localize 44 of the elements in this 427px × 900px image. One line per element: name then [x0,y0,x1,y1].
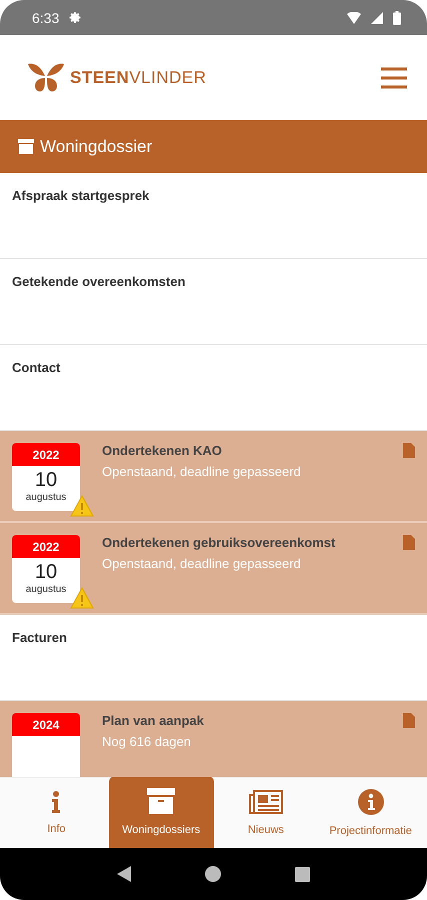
battery-icon [393,10,401,24]
document-icon [403,535,415,550]
back-icon [117,866,131,882]
settings-icon [69,11,82,24]
status-time: 6:33 [32,10,60,26]
butterfly-logo-icon [28,62,64,92]
calendar-year: 2024 [12,713,80,736]
nav-tab[interactable]: Woningdossiers [108,776,214,848]
task-title: Ondertekenen gebruiksovereenkomst [102,535,336,550]
task-card[interactable]: 2022 10 augustus Ondertekenen KAO Openstaand, deadline gepasseerd [0,431,427,523]
archive-box-icon [147,788,176,814]
recents-icon [295,866,310,882]
calendar-year: 2022 [12,535,80,558]
task-title: Plan van aanpak [102,713,205,728]
info-icon [51,791,62,813]
info-circle-icon [358,789,384,815]
task-status: Openstaand, deadline gepasseerd [102,464,302,479]
section-heading[interactable]: Afspraak startgesprek [12,188,150,203]
nav-tab[interactable]: Nieuws [214,778,318,848]
archive-box-icon [18,139,34,154]
calendar-day: 10 [34,469,58,492]
home-icon [205,866,221,882]
wifi-icon [347,12,361,24]
section-heading[interactable]: Facturen [12,630,67,645]
calendar-day: 10 [34,561,58,584]
task-status: Openstaand, deadline gepasseerd [102,556,302,571]
document-icon [403,443,415,458]
page-title: Woningdossier [40,136,152,156]
task-status: Nog 616 dagen [102,734,192,749]
section-heading[interactable]: Contact [12,360,60,375]
task-card[interactable]: 2024 Plan van aanpak Nog 616 dagen [0,701,427,777]
nav-tab[interactable]: Info [4,778,109,848]
newspaper-icon [248,790,283,814]
signal-icon [371,12,383,24]
nav-tab[interactable]: Projectinformatie [318,778,423,848]
calendar-month: augustus [26,584,66,595]
task-card[interactable]: 2022 10 augustus Ondertekenen gebruiksovereenkomst Openstaand, deadline gepasseerd [0,523,427,615]
brand-name: STEENVLINDER [70,68,206,88]
section-heading[interactable]: Getekende overeenkomsten [12,274,186,289]
calendar-year: 2022 [12,443,80,466]
task-title: Ondertekenen KAO [102,443,223,458]
calendar-month: augustus [26,492,66,503]
menu-icon [381,66,407,88]
document-icon [403,713,415,728]
